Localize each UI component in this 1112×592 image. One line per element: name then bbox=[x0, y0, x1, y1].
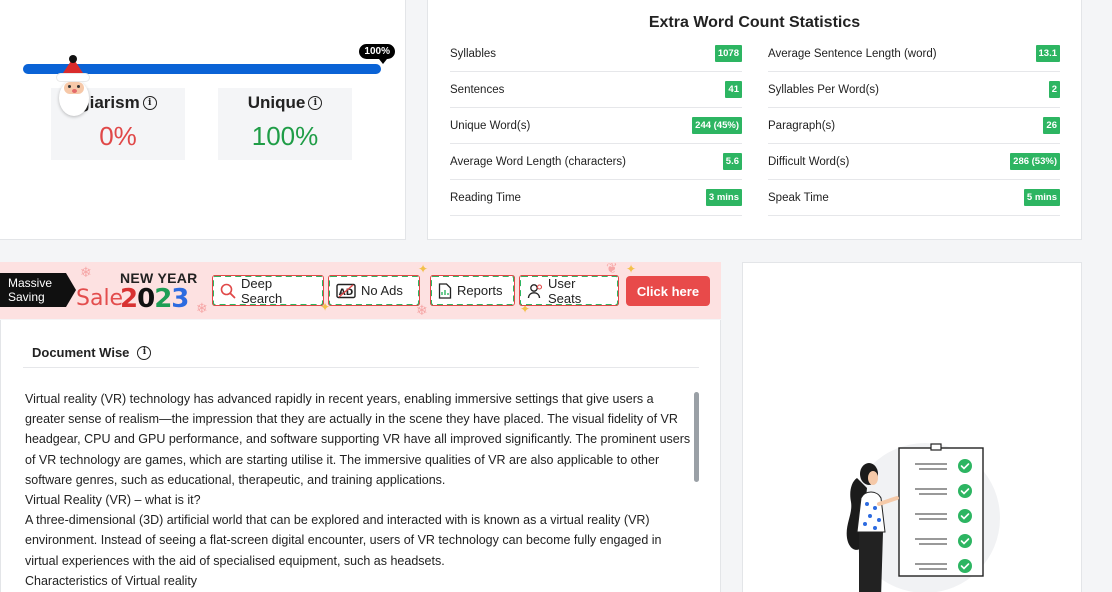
massive-saving-tag: Massive Saving bbox=[0, 273, 76, 307]
stat-label: Sentences bbox=[450, 83, 505, 96]
stat-label: Reading Time bbox=[450, 191, 521, 204]
checklist-woman-illustration bbox=[846, 443, 1000, 592]
stat-value-pill: 26 bbox=[1043, 117, 1060, 134]
stat-value-pill: 5.6 bbox=[722, 153, 742, 170]
document-wise-card: Document Wise i Virtual reality (VR) tec… bbox=[0, 320, 721, 592]
result-card: 100% giarism i 0% Unique i 100% bbox=[0, 0, 406, 240]
progress-badge: 100% bbox=[359, 44, 395, 64]
statistics-title: Extra Word Count Statistics bbox=[648, 14, 861, 31]
stat-row: Average Sentence Length (word) 13.1 bbox=[768, 36, 1060, 72]
feature-user-seats: User Seats bbox=[519, 275, 619, 306]
statistics-grid: Syllables 1078 Sentences 41 Unique Word(s)… bbox=[450, 36, 1062, 216]
document-paragraph: A three-dimensional (3D) artificial worl… bbox=[25, 513, 662, 568]
stat-row: Unique Word(s) 244 (45%) bbox=[450, 108, 742, 144]
info-icon[interactable]: i bbox=[142, 96, 157, 110]
document-text: Virtual reality (VR) technology has adva… bbox=[25, 389, 691, 591]
document-paragraph: Characteristics of Virtual reality bbox=[25, 573, 198, 588]
sparkle-icon: ✦ bbox=[626, 262, 637, 276]
year-label: 2023 bbox=[120, 284, 189, 314]
stat-label: Speak Time bbox=[768, 191, 829, 204]
document-scrollbar[interactable] bbox=[694, 392, 699, 482]
document-paragraph: Virtual reality (VR) technology has adva… bbox=[25, 392, 691, 487]
document-wise-header: Document Wise i bbox=[23, 338, 699, 368]
sale-label: Sale bbox=[76, 286, 124, 311]
statistics-column-right: Average Sentence Length (word) 13.1 Sylla… bbox=[768, 36, 1060, 216]
report-icon bbox=[438, 282, 452, 299]
santa-icon bbox=[55, 55, 93, 118]
statistics-column-left: Syllables 1078 Sentences 41 Unique Word(s)… bbox=[450, 36, 742, 216]
stat-value-pill: 2 bbox=[1048, 81, 1060, 98]
stat-value-pill: 244 (45%) bbox=[692, 117, 742, 134]
stat-row: Speak Time 5 mins bbox=[768, 180, 1060, 216]
stat-label: Average Word Length (characters) bbox=[450, 155, 626, 168]
illustration-card bbox=[742, 262, 1082, 592]
word-count-statistics-card: Extra Word Count Statistics Syllables 107… bbox=[427, 0, 1082, 240]
stat-label: Difficult Word(s) bbox=[768, 155, 850, 168]
snowflake-icon: ❄ bbox=[80, 264, 92, 280]
stat-row: Reading Time 3 mins bbox=[450, 180, 742, 216]
unique-value: 100% bbox=[251, 121, 319, 151]
info-icon[interactable]: i bbox=[308, 96, 323, 110]
snowflake-icon: ❄ bbox=[196, 300, 208, 316]
unique-box: Unique i 100% bbox=[218, 88, 352, 160]
ad-block-icon: AD bbox=[336, 283, 356, 298]
svg-text:AD: AD bbox=[339, 288, 353, 298]
document-wise-title: Document Wise bbox=[32, 345, 130, 360]
stat-row: Syllables 1078 bbox=[450, 36, 742, 72]
stat-value-pill: 286 (53%) bbox=[1010, 153, 1060, 170]
info-icon[interactable]: i bbox=[137, 345, 152, 360]
stat-label: Unique Word(s) bbox=[450, 119, 531, 132]
stat-label: Paragraph(s) bbox=[768, 119, 836, 132]
stat-value-pill: 3 mins bbox=[705, 189, 742, 206]
stat-label: Average Sentence Length (word) bbox=[768, 47, 937, 60]
stat-value-pill: 5 mins bbox=[1023, 189, 1060, 206]
stat-label: Syllables Per Word(s) bbox=[768, 83, 879, 96]
stat-row: Paragraph(s) 26 bbox=[768, 108, 1060, 144]
plagiarism-value: 0% bbox=[99, 121, 137, 151]
search-icon bbox=[220, 283, 236, 298]
feature-no-ads: AD No Ads bbox=[328, 275, 420, 306]
stat-value-pill: 13.1 bbox=[1035, 45, 1060, 62]
stat-row: Difficult Word(s) 286 (53%) bbox=[768, 144, 1060, 180]
stat-value-pill: 41 bbox=[725, 81, 742, 98]
stat-label: Syllables bbox=[450, 47, 497, 60]
new-year-sale-banner[interactable]: Massive Saving ❄ ❄ ❄ ✦ ✦ ✦ ✦ ❦ NEW YEAR … bbox=[0, 262, 721, 319]
stat-row: Average Word Length (characters) 5.6 bbox=[450, 144, 742, 180]
click-here-button[interactable]: Click here bbox=[626, 276, 710, 306]
feature-reports: Reports bbox=[430, 275, 515, 306]
unique-label: Unique bbox=[247, 93, 306, 112]
stat-value-pill: 1078 bbox=[714, 45, 742, 62]
stat-row: Sentences 41 bbox=[450, 72, 742, 108]
sparkle-icon: ✦ bbox=[418, 262, 429, 276]
feature-deep-search: Deep Search bbox=[212, 275, 324, 306]
user-icon bbox=[527, 283, 543, 298]
stat-row: Syllables Per Word(s) 2 bbox=[768, 72, 1060, 108]
document-paragraph: Virtual Reality (VR) – what is it? bbox=[25, 493, 201, 508]
